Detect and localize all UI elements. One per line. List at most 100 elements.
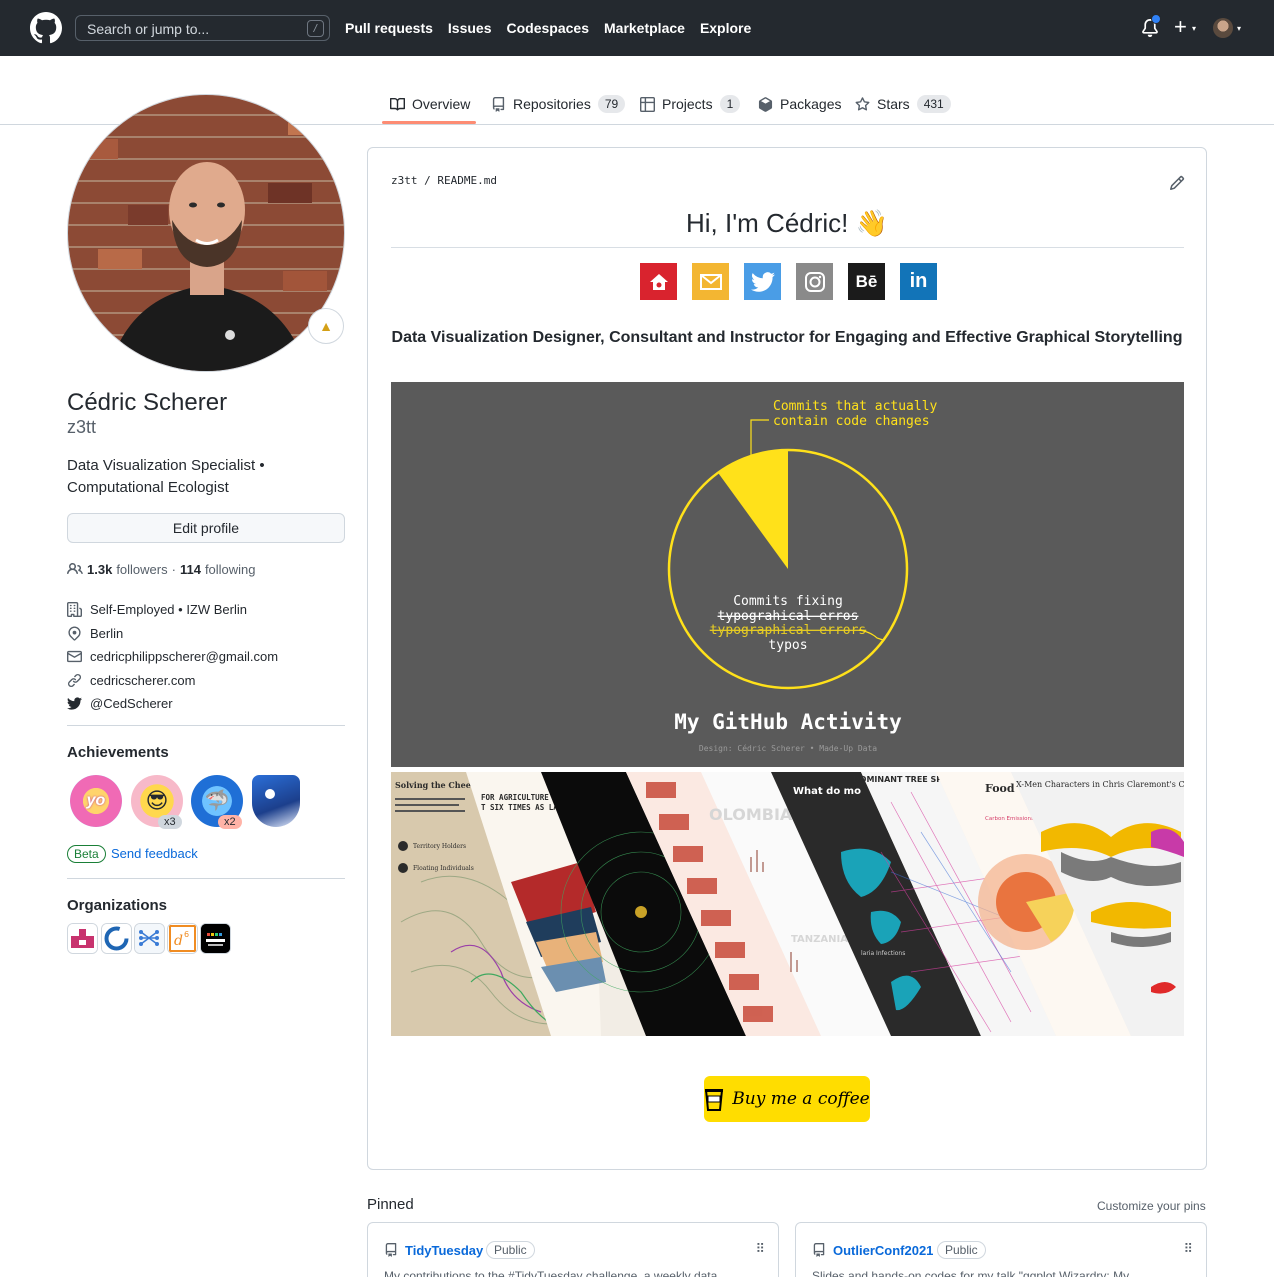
package-icon [758,96,773,112]
detail-email[interactable]: cedricphilippscherer@gmail.com [67,645,278,669]
twitter-link-icon[interactable] [744,263,781,300]
visibility-badge: Public [937,1241,986,1259]
drag-handle-icon[interactable]: ⠿ [1183,1241,1192,1257]
linkedin-link-icon[interactable]: in [900,263,937,300]
repo-name-link[interactable]: OutlierConf2021 [833,1243,933,1258]
org-avatar[interactable] [134,923,165,954]
github-logo-icon[interactable] [30,12,62,44]
dataviz-collage-image: Solving the Cheetah-Fa Territory Holders… [391,772,1184,1036]
repo-name-link[interactable]: TidyTuesday [405,1243,483,1258]
detail-text[interactable]: cedricscherer.com [90,673,195,688]
status-emoji-icon: ▲ [319,318,333,334]
collage-artwork: Solving the Cheetah-Fa Territory Holders… [391,772,1184,1036]
behance-link-icon[interactable]: Bē [848,263,885,300]
readme-heading: Hi, I'm Cédric! 👋 [685,208,889,238]
social-links: Bē in [640,263,937,300]
profile-readme: z3tt / README.md Hi, I'm Cédric! 👋 Bē in… [367,147,1207,1170]
readme-tagline: Data Visualization Designer, Consultant … [391,329,1183,346]
tab-count: 79 [597,95,626,113]
profile-username: z3tt [67,417,97,437]
visibility-badge: Public [486,1241,535,1259]
chevron-down-icon[interactable]: ▾ [1237,24,1241,33]
create-new-plus-icon[interactable]: + [1174,15,1187,39]
twitter-icon [67,697,82,710]
achievement-count: x2 [218,815,242,829]
collage-panel5-country: TANZANIA [791,934,848,945]
email-link-icon[interactable] [692,263,729,300]
followers-count[interactable]: 1.3k [87,562,112,577]
detail-twitter[interactable]: @CedScherer [67,692,278,716]
tab-repositories[interactable]: Repositories 79 [491,93,626,115]
detail-text[interactable]: cedricphilippscherer@gmail.com [90,649,278,664]
breadcrumb-file[interactable]: README.md [437,174,497,187]
following-count[interactable]: 114 [180,562,201,577]
set-status-button[interactable]: ▲ [308,308,344,344]
pinned-repo-card[interactable]: TidyTuesday Public ⠿ My contributions to… [367,1222,779,1277]
website-link-icon[interactable] [640,263,677,300]
beta-label: Beta [67,845,106,863]
achievement-arctic-code-vault[interactable] [252,775,300,827]
tab-label: Packages [780,96,842,112]
followers-label[interactable]: followers [116,562,167,577]
nav-marketplace[interactable]: Marketplace [604,20,685,36]
search-placeholder: Search or jump to... [87,21,210,37]
send-feedback-link[interactable]: Send feedback [111,846,198,861]
collage-panel8-title: Food [985,782,1015,795]
activity-caption: Design: Cédric Scherer • Made-Up Data [699,743,877,753]
tab-packages[interactable]: Packages [758,93,841,115]
active-tab-indicator [382,121,476,124]
instagram-link-icon[interactable] [796,263,833,300]
achievements-heading[interactable]: Achievements [67,744,169,761]
repo-description: Slides and hands-on codes for my talk "g… [812,1269,1130,1277]
inner-label-line3: typographical errors [710,623,867,638]
divider [67,725,345,726]
repo-description: My contributions to the #TidyTuesday cha… [384,1269,718,1277]
nav-codespaces[interactable]: Codespaces [507,20,589,36]
following-label[interactable]: following [205,562,256,577]
inner-label-line4: typos [768,638,807,653]
achievement-yolo[interactable]: yo [70,775,122,827]
collage-panel5-title: OLOMBIA [709,805,793,824]
org-avatar[interactable] [67,923,98,954]
tab-stars[interactable]: Stars 431 [855,93,951,115]
collage-panel6-label: laria Infections [861,950,905,957]
detail-website[interactable]: cedricscherer.com [67,669,278,693]
pencil-icon[interactable] [1169,175,1185,191]
table-icon [640,96,655,112]
detail-text[interactable]: @CedScherer [90,696,173,711]
profile-avatar[interactable] [67,94,345,372]
detail-text: Self-Employed • IZW Berlin [90,602,247,618]
buy-me-a-coffee-button[interactable]: Buy me a coffee [704,1076,870,1122]
svg-text:d: d [174,933,183,949]
tab-count: 431 [916,95,951,113]
top-navigation-bar: Search or jump to... / Pull requests Iss… [0,0,1274,56]
customize-pins-link[interactable]: Customize your pins [1097,1199,1206,1213]
collage-panel9-title: X-Men Characters in Chris Claremont's Co… [1016,780,1184,789]
nav-pull-requests[interactable]: Pull requests [345,20,433,36]
drag-handle-icon[interactable]: ⠿ [755,1241,764,1257]
org-avatar[interactable] [101,923,132,954]
coffee-cup-icon [705,1089,724,1111]
tab-overview[interactable]: Overview [390,93,470,115]
search-input[interactable]: Search or jump to... / [75,15,330,41]
readme-breadcrumb: z3tt / README.md [391,174,497,187]
book-icon [390,97,405,111]
inner-label-line1: Commits fixing [733,594,843,609]
breadcrumb-user[interactable]: z3tt [391,174,418,187]
inner-label-line2: typograhical erros [718,609,859,624]
organizations-heading: Organizations [67,897,168,914]
org-avatar[interactable]: d6 [167,923,198,954]
profile-photo [68,95,344,371]
tab-projects[interactable]: Projects 1 [640,93,741,115]
chevron-down-icon[interactable]: ▾ [1192,24,1196,33]
org-avatar[interactable] [200,923,231,954]
edit-profile-button[interactable]: Edit profile [67,513,345,543]
notification-indicator [1151,14,1161,24]
detail-company: Self-Employed • IZW Berlin [67,598,278,622]
nav-explore[interactable]: Explore [700,20,751,36]
svg-text:6: 6 [184,930,189,939]
pinned-repo-card[interactable]: OutlierConf2021 Public ⠿ Slides and hand… [795,1222,1207,1277]
user-avatar-menu[interactable] [1213,18,1233,38]
collage-panel6-title: What do mo [793,786,861,797]
nav-issues[interactable]: Issues [448,20,492,36]
